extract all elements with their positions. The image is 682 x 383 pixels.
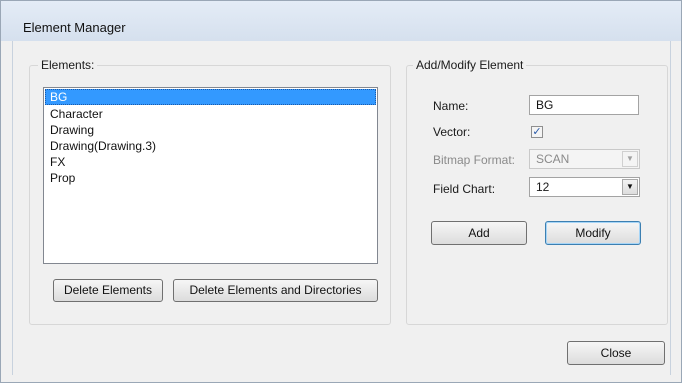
field-chart-select[interactable]: 12 ▼ (529, 177, 640, 197)
vector-label: Vector: (433, 125, 471, 139)
window-title: Element Manager (23, 20, 126, 35)
add-modify-group-label: Add/Modify Element (413, 58, 527, 72)
name-label: Name: (433, 99, 469, 113)
field-chart-value: 12 (536, 180, 550, 194)
list-item-prop[interactable]: Prop (44, 170, 377, 186)
list-item-drawing-3[interactable]: Drawing(Drawing.3) (44, 138, 377, 154)
bitmap-format-value: SCAN (536, 152, 570, 166)
delete-elements-button[interactable]: Delete Elements (53, 279, 163, 302)
list-item-drawing[interactable]: Drawing (44, 122, 377, 138)
elements-listbox[interactable]: BG Character Drawing Drawing(Drawing.3) … (43, 87, 378, 264)
bitmap-format-select: SCAN ▼ (529, 149, 640, 169)
add-button[interactable]: Add (431, 221, 527, 245)
checkmark-icon: ✓ (532, 126, 542, 138)
field-chart-label: Field Chart: (433, 182, 496, 196)
delete-elements-and-directories-button[interactable]: Delete Elements and Directories (173, 279, 378, 302)
title-bar[interactable]: Element Manager (1, 1, 681, 41)
elements-group-label: Elements: (38, 58, 98, 72)
chevron-down-icon: ▼ (622, 151, 638, 167)
close-button[interactable]: Close (567, 341, 665, 365)
vector-checkbox[interactable]: ✓ (531, 126, 543, 138)
chevron-down-icon[interactable]: ▼ (622, 179, 638, 195)
list-item-character[interactable]: Character (44, 106, 377, 122)
name-field[interactable]: BG (529, 95, 639, 115)
list-item-fx[interactable]: FX (44, 154, 377, 170)
modify-button[interactable]: Modify (545, 221, 641, 245)
element-manager-dialog: Element Manager Elements: BG Character D… (0, 0, 682, 383)
list-item-bg[interactable]: BG (45, 89, 376, 105)
bitmap-format-label: Bitmap Format: (433, 153, 516, 167)
